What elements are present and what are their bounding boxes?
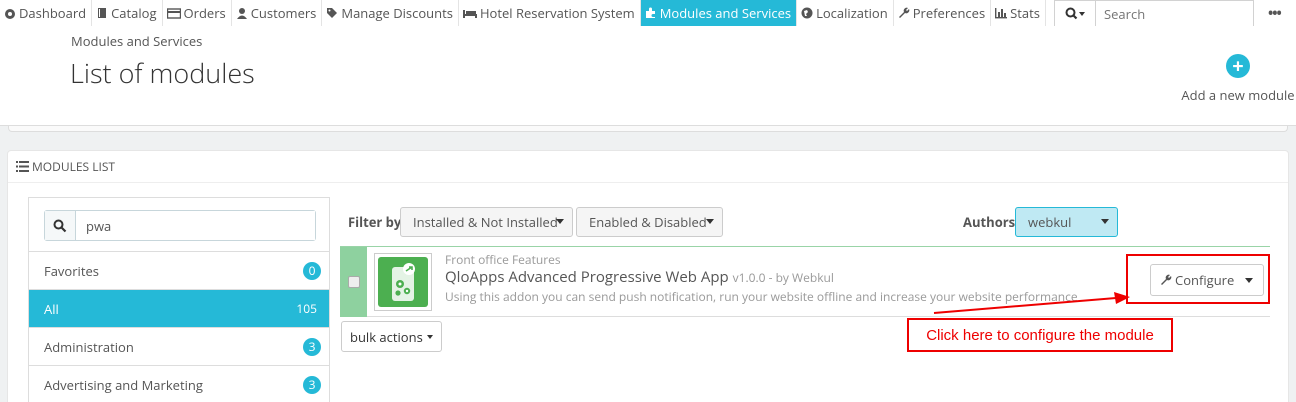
category-label: Favorites (44, 261, 99, 280)
search-icon (45, 211, 76, 240)
module-search-box (44, 210, 316, 241)
configure-button-group: Configure (1150, 264, 1264, 296)
authors-value: webkul (1028, 213, 1072, 231)
book-icon (98, 8, 107, 18)
chevron-down-icon (426, 334, 433, 339)
nav-item-manage-discounts[interactable]: Manage Discounts (322, 0, 459, 26)
add-new-module-button[interactable]: + Add a new module (1180, 54, 1296, 104)
module-search (29, 198, 329, 252)
list-icon (16, 161, 29, 172)
category-label: Advertising and Marketing (44, 375, 203, 394)
puzzle-icon (645, 7, 655, 18)
chevron-down-icon (1245, 277, 1254, 283)
category-favorites[interactable]: Favorites 0 (29, 252, 329, 290)
breadcrumb: Modules and Services (71, 32, 203, 50)
authors-label: Authors (963, 213, 1016, 231)
add-module-label: Add a new module (1181, 86, 1295, 104)
chevron-down-icon (556, 219, 564, 224)
nav-item-localization[interactable]: Localization (797, 0, 894, 26)
module-search-input[interactable] (76, 211, 315, 240)
globe-icon (801, 7, 813, 19)
nav-label: Localization (816, 4, 888, 22)
nav-label: Manage Discounts (341, 4, 453, 22)
wrench-icon (1161, 274, 1172, 285)
plus-circle-icon: + (1226, 54, 1250, 78)
nav-label: Hotel Reservation System (479, 4, 635, 22)
pwa-gears-icon (392, 263, 415, 301)
wrench-icon (898, 7, 910, 18)
nav-item-modules-and-services[interactable]: Modules and Services (640, 0, 798, 26)
nav-label: Customers (250, 4, 317, 22)
nav-label: Dashboard (19, 4, 87, 22)
authors-filter[interactable]: webkul (1015, 207, 1118, 237)
module-category: Front office Features (445, 251, 561, 268)
header-search (1054, 0, 1254, 28)
configure-label: Configure (1175, 271, 1235, 289)
module-version-author: v1.0.0 - by Webkul (732, 269, 834, 286)
annotation-callout: Click here to configure the module (907, 318, 1173, 352)
enable-status-value: Enabled & Disabled (589, 213, 707, 231)
module-status-strip (340, 247, 367, 317)
nav-item-hotel-reservation[interactable]: Hotel Reservation System (459, 0, 641, 26)
nav-item-customers[interactable]: Customers (232, 0, 323, 26)
category-label: Administration (44, 337, 134, 356)
nav-item-orders[interactable]: Orders (163, 0, 232, 26)
dashboard-icon (5, 9, 15, 19)
enable-status-filter[interactable]: Enabled & Disabled (576, 207, 723, 237)
more-menu-icon[interactable]: ••• (1268, 4, 1288, 23)
bulk-actions-button[interactable]: bulk actions (341, 321, 442, 352)
nav-label: Modules and Services (659, 4, 792, 22)
module-checkbox[interactable] (347, 276, 360, 288)
category-label: All (44, 299, 59, 318)
modules-list-panel: MODULES LIST Favorites 0 All 105 Adminis… (7, 150, 1289, 402)
user-icon (236, 8, 247, 19)
nav-item-catalog[interactable]: Catalog (92, 0, 163, 26)
module-name-line: QloApps Advanced Progressive Web App v1.… (445, 267, 834, 287)
search-icon (1065, 7, 1085, 20)
category-count-badge: 0 (303, 261, 321, 280)
nav-item-preferences[interactable]: Preferences (894, 0, 992, 26)
tag-icon (327, 8, 338, 18)
chevron-down-icon (706, 219, 714, 224)
module-description: Using this addon you can send push notif… (445, 288, 1078, 305)
panel-heading-label: MODULES LIST (32, 158, 116, 175)
credit-card-icon (166, 8, 181, 19)
configure-button[interactable]: Configure (1151, 271, 1236, 289)
nav-label: Stats (1010, 4, 1040, 22)
nav-label: Catalog (111, 4, 157, 22)
search-input[interactable] (1096, 0, 1254, 28)
install-status-filter[interactable]: Installed & Not Installed (400, 207, 573, 237)
bar-chart-icon (995, 8, 1008, 19)
category-all[interactable]: All 105 (29, 290, 329, 328)
nav-label: Orders (183, 4, 226, 22)
nav-item-dashboard[interactable]: Dashboard (0, 0, 93, 26)
header-divider (8, 126, 1288, 132)
category-advertising-and-marketing[interactable]: Advertising and Marketing 3 (29, 366, 329, 402)
panel-heading: MODULES LIST (8, 151, 1288, 183)
nav-item-stats[interactable]: Stats (991, 0, 1046, 26)
bed-icon (462, 10, 477, 18)
category-count-badge: 105 (296, 300, 317, 317)
nav-label: Preferences (912, 4, 986, 22)
category-count-badge: 3 (303, 375, 321, 394)
category-administration[interactable]: Administration 3 (29, 328, 329, 366)
configure-dropdown-toggle[interactable] (1236, 265, 1263, 295)
install-status-value: Installed & Not Installed (413, 213, 558, 231)
page-header: Modules and Services List of modules + A… (0, 26, 1296, 126)
chevron-down-icon (1101, 219, 1109, 224)
category-count-badge: 3 (303, 337, 321, 356)
module-name: QloApps Advanced Progressive Web App (445, 267, 729, 287)
filter-by-label: Filter by (348, 213, 402, 231)
module-logo (374, 253, 432, 311)
category-sidebar: Favorites 0 All 105 Administration 3 Adv… (28, 197, 330, 402)
page-title: List of modules (70, 54, 255, 91)
search-type-dropdown[interactable] (1054, 0, 1096, 28)
bulk-actions-label: bulk actions (350, 327, 423, 346)
